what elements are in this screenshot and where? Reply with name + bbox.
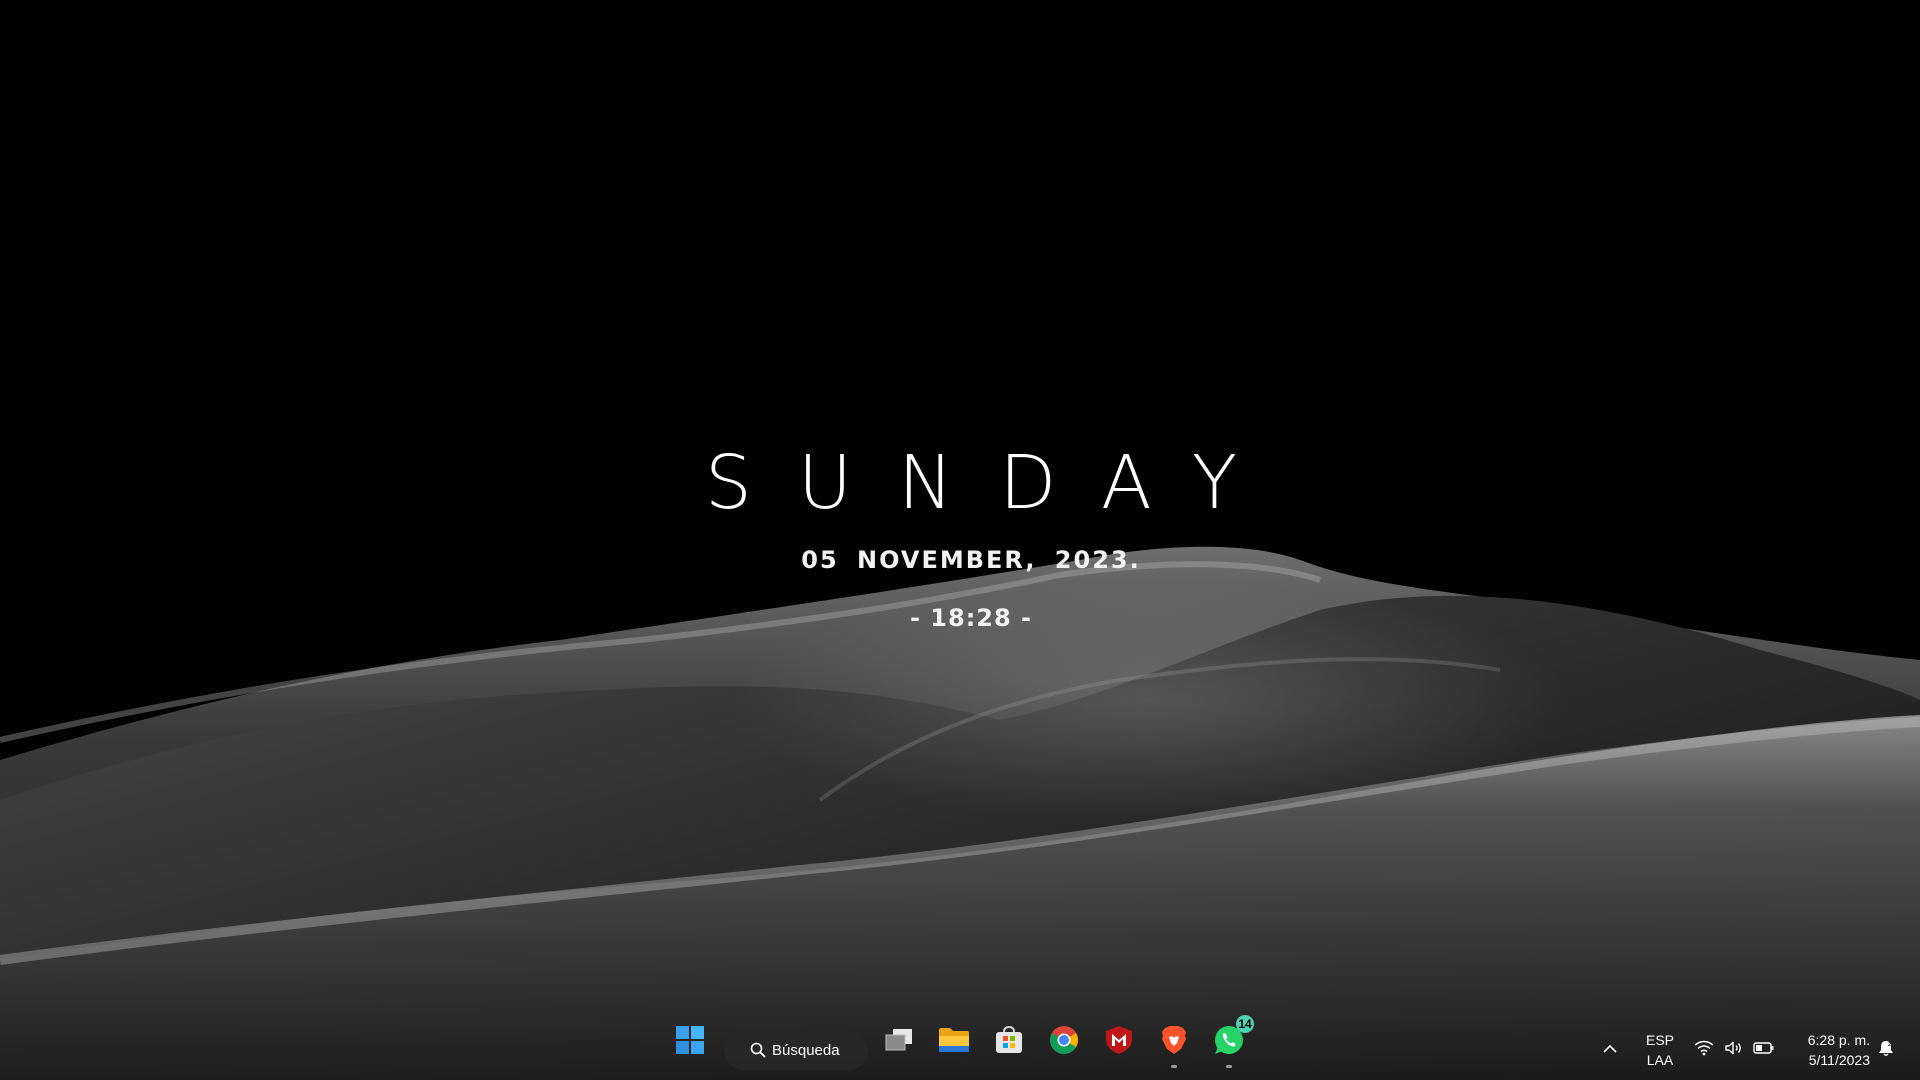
chevron-up-icon — [1603, 1041, 1617, 1059]
chrome-icon — [1049, 1025, 1079, 1055]
wifi-icon — [1694, 1040, 1714, 1061]
whatsapp-button[interactable]: 14 — [1209, 1015, 1254, 1068]
mcafee-icon — [1105, 1025, 1133, 1055]
search-box[interactable]: Búsqueda — [724, 1030, 868, 1070]
windows-start-icon — [675, 1025, 705, 1055]
start-button[interactable] — [670, 1020, 710, 1060]
weekday-label: SUNDAY — [704, 440, 1284, 526]
search-icon — [750, 1042, 766, 1058]
svg-text:z: z — [1888, 1041, 1891, 1048]
taskbar-clock[interactable]: 6:28 p. m. 5/11/2023 — [1786, 1030, 1870, 1070]
network-button[interactable] — [1692, 1040, 1716, 1060]
keyboard-layout-code: LAA — [1646, 1052, 1674, 1068]
speaker-icon — [1724, 1040, 1744, 1061]
task-view-button[interactable] — [879, 1020, 919, 1060]
store-icon — [994, 1025, 1024, 1055]
store-button[interactable] — [989, 1020, 1029, 1060]
taskbar-date: 5/11/2023 — [1808, 1052, 1870, 1068]
mcafee-button[interactable] — [1099, 1020, 1139, 1060]
battery-button[interactable] — [1752, 1040, 1776, 1060]
chrome-button[interactable] — [1044, 1020, 1084, 1060]
brave-button[interactable] — [1154, 1020, 1194, 1068]
taskbar-time: 6:28 p. m. — [1807, 1032, 1870, 1048]
notification-badge: 14 — [1236, 1015, 1254, 1033]
running-indicator — [1171, 1065, 1177, 1068]
folder-icon — [938, 1026, 970, 1054]
search-label: Búsqueda — [772, 1041, 840, 1059]
volume-button[interactable] — [1722, 1040, 1746, 1060]
running-indicator — [1226, 1065, 1232, 1068]
file-explorer-button[interactable] — [934, 1020, 974, 1060]
brave-icon — [1160, 1025, 1188, 1055]
language-code: ESP — [1645, 1032, 1674, 1048]
clock-widget: SUNDAY 05 NOVEMBER, 2023. - 18:28 - — [0, 440, 1920, 632]
time-label: - 18:28 - — [909, 604, 1033, 632]
task-view-icon — [884, 1027, 914, 1053]
desktop[interactable]: SUNDAY 05 NOVEMBER, 2023. - 18:28 - Búsq… — [0, 0, 1920, 1080]
show-hidden-icons-button[interactable] — [1598, 1040, 1622, 1060]
bell-snooze-icon: z — [1877, 1039, 1895, 1062]
notifications-button[interactable]: z — [1874, 1040, 1898, 1060]
date-label: 05 NOVEMBER, 2023. — [801, 546, 1141, 574]
language-indicator[interactable]: ESP LAA — [1640, 1030, 1680, 1070]
battery-icon — [1753, 1041, 1775, 1060]
